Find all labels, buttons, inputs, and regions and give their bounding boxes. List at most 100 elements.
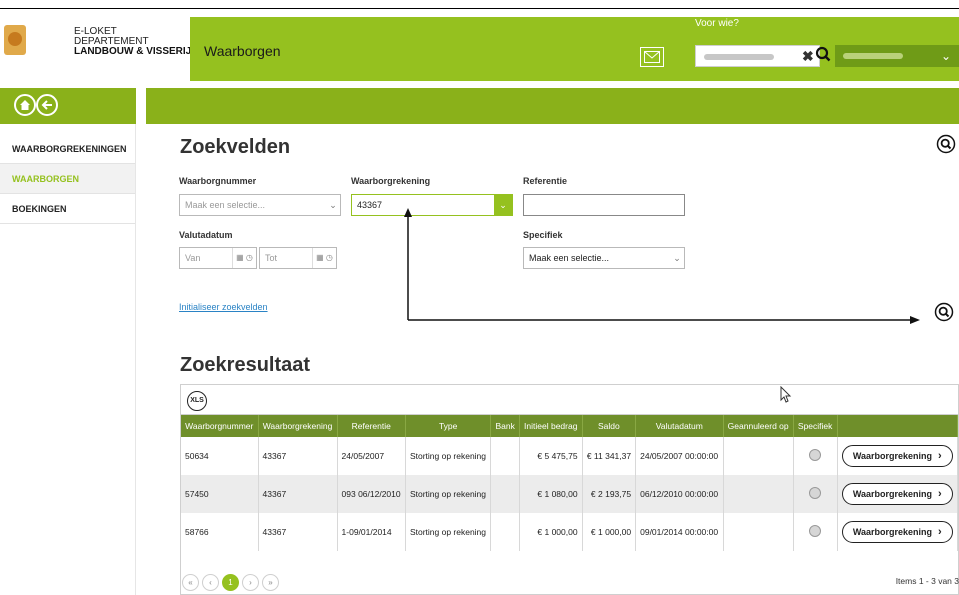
table-row: 58766 43367 1-09/01/2014 Storting op rek… bbox=[181, 513, 959, 551]
dept-line-3: LANDBOUW & VISSERIJ bbox=[74, 46, 192, 57]
user-dropdown[interactable]: ⌄ bbox=[835, 45, 959, 67]
specifiek-radio[interactable] bbox=[809, 487, 822, 499]
col-specifiek[interactable]: Specifiek bbox=[793, 415, 838, 437]
cell-valutadatum: 09/01/2014 00:00:00 bbox=[635, 513, 724, 551]
last-page-button[interactable]: » bbox=[262, 574, 279, 591]
mouse-cursor-icon bbox=[780, 386, 792, 403]
home-icon bbox=[20, 100, 30, 110]
cell-bank bbox=[490, 513, 520, 551]
page-1-button[interactable]: 1 bbox=[222, 574, 239, 591]
col-valutadatum[interactable]: Valutadatum bbox=[635, 415, 724, 437]
waarborgrekening-button[interactable]: Waarborgrekening › bbox=[841, 445, 953, 467]
col-geannuleerd-op[interactable]: Geannuleerd op bbox=[723, 415, 794, 437]
referentie-input[interactable] bbox=[523, 194, 685, 216]
cell-bank bbox=[490, 437, 520, 475]
cell-waarborgrekening: 43367 bbox=[258, 513, 338, 551]
col-initieel-bedrag[interactable]: Initieel bedrag bbox=[519, 415, 583, 437]
waarborgrekening-button[interactable]: Waarborgrekening › bbox=[841, 521, 953, 543]
chevron-down-icon: ⌄ bbox=[329, 200, 337, 210]
waarborgrekening-value: 43367 bbox=[357, 200, 383, 210]
specifiek-label: Specifiek bbox=[523, 230, 563, 240]
mail-icon bbox=[644, 51, 660, 63]
calendar-clock-icon[interactable]: ▦ ◷ bbox=[312, 248, 336, 268]
cell-geannuleerd bbox=[723, 475, 794, 513]
cell-valutadatum: 06/12/2010 00:00:00 bbox=[635, 475, 724, 513]
cell-initieel-bedrag: € 1 080,00 bbox=[519, 475, 583, 513]
col-waarborgnummer[interactable]: Waarborgnummer bbox=[181, 415, 259, 437]
cell-geannuleerd bbox=[723, 513, 794, 551]
sidebar-item-waarborgrekeningen[interactable]: WAARBORGREKENINGEN bbox=[0, 134, 135, 164]
cell-saldo: € 11 341,37 bbox=[582, 437, 637, 475]
cell-initieel-bedrag: € 1 000,00 bbox=[519, 513, 583, 551]
specifiek-radio[interactable] bbox=[809, 449, 822, 461]
redacted-user bbox=[843, 53, 903, 59]
export-xls-button[interactable]: XLS bbox=[187, 391, 207, 411]
results-panel: XLS Waarborgnummer Waarborgrekening Refe… bbox=[180, 384, 959, 595]
reset-search-link[interactable]: Initialiseer zoekvelden bbox=[179, 302, 268, 312]
cell-referentie: 1-09/01/2014 bbox=[337, 513, 406, 551]
sidebar-item-boekingen[interactable]: BOEKINGEN bbox=[0, 194, 135, 224]
clear-icon[interactable]: ✖ bbox=[802, 48, 814, 65]
col-bank[interactable]: Bank bbox=[490, 415, 520, 437]
cell-referentie: 093 06/12/2010 bbox=[337, 475, 406, 513]
search-icon[interactable] bbox=[815, 46, 831, 62]
sidebar: WAARBORGREKENINGEN WAARBORGEN BOEKINGEN bbox=[0, 124, 136, 595]
first-page-button[interactable]: « bbox=[182, 574, 199, 591]
sidebar-item-waarborgen[interactable]: WAARBORGEN bbox=[0, 164, 135, 194]
chevron-down-icon: ⌄ bbox=[673, 253, 681, 263]
cell-referentie: 24/05/2007 bbox=[337, 437, 406, 475]
chevron-down-icon: ⌄ bbox=[494, 195, 512, 215]
search-section-title: Zoekvelden bbox=[180, 136, 291, 158]
nav-divider bbox=[136, 88, 146, 124]
col-type[interactable]: Type bbox=[405, 415, 492, 437]
specifiek-select[interactable]: Maak een selectie... ⌄ bbox=[523, 247, 685, 269]
cell-specifiek bbox=[793, 513, 838, 551]
cell-waarborgnummer: 58766 bbox=[181, 513, 259, 551]
cell-specifiek bbox=[793, 475, 838, 513]
cell-action: Waarborgrekening › bbox=[837, 437, 959, 475]
cell-waarborgnummer: 50634 bbox=[181, 437, 259, 475]
chevron-right-icon: › bbox=[938, 450, 942, 462]
calendar-clock-icon[interactable]: ▦ ◷ bbox=[232, 248, 256, 268]
back-button[interactable] bbox=[36, 94, 58, 116]
cell-initieel-bedrag: € 5 475,75 bbox=[519, 437, 583, 475]
waarborgnummer-placeholder: Maak een selectie... bbox=[185, 200, 266, 210]
waarborgrekening-button[interactable]: Waarborgrekening › bbox=[841, 483, 953, 505]
items-count: Items 1 - 3 van 3 bbox=[895, 576, 959, 586]
home-button[interactable] bbox=[14, 94, 36, 116]
specifiek-radio[interactable] bbox=[809, 525, 822, 537]
chevron-right-icon: › bbox=[938, 526, 942, 538]
table-row: 57450 43367 093 06/12/2010 Storting op r… bbox=[181, 475, 959, 513]
table-header-row: Waarborgnummer Waarborgrekening Referent… bbox=[181, 415, 959, 437]
cell-type: Storting op rekening bbox=[405, 513, 492, 551]
search-icon[interactable] bbox=[934, 302, 954, 322]
valutadatum-label: Valutadatum bbox=[179, 230, 233, 240]
waarborgnummer-select[interactable]: Maak een selectie... ⌄ bbox=[179, 194, 341, 216]
back-arrow-icon bbox=[41, 100, 52, 110]
cell-valutadatum: 24/05/2007 00:00:00 bbox=[635, 437, 724, 475]
tot-placeholder: Tot bbox=[265, 253, 278, 263]
waarborgrekening-select[interactable]: 43367 ⌄ bbox=[351, 194, 513, 216]
referentie-label: Referentie bbox=[523, 176, 568, 186]
app-title: Waarborgen bbox=[204, 43, 281, 59]
mail-button[interactable] bbox=[640, 47, 664, 67]
cell-specifiek bbox=[793, 437, 838, 475]
search-icon[interactable] bbox=[936, 134, 956, 154]
cell-waarborgrekening: 43367 bbox=[258, 437, 338, 475]
col-waarborgrekening[interactable]: Waarborgrekening bbox=[258, 415, 338, 437]
valutadatum-van-input[interactable]: Van ▦ ◷ bbox=[179, 247, 257, 269]
col-saldo[interactable]: Saldo bbox=[582, 415, 637, 437]
next-page-button[interactable]: › bbox=[242, 574, 259, 591]
col-actions bbox=[837, 415, 959, 437]
department-name: E-LOKET DEPARTEMENT LANDBOUW & VISSERIJ bbox=[74, 27, 192, 57]
app-header: E-LOKET DEPARTEMENT LANDBOUW & VISSERIJ … bbox=[0, 8, 959, 81]
cell-type: Storting op rekening bbox=[405, 475, 492, 513]
results-section-title: Zoekresultaat bbox=[180, 354, 311, 376]
col-referentie[interactable]: Referentie bbox=[337, 415, 406, 437]
cell-saldo: € 2 193,75 bbox=[582, 475, 637, 513]
cell-saldo: € 1 000,00 bbox=[582, 513, 637, 551]
valutadatum-tot-input[interactable]: Tot ▦ ◷ bbox=[259, 247, 337, 269]
prev-page-button[interactable]: ‹ bbox=[202, 574, 219, 591]
main-content: Zoekvelden Waarborgnummer Maak een selec… bbox=[146, 124, 959, 595]
